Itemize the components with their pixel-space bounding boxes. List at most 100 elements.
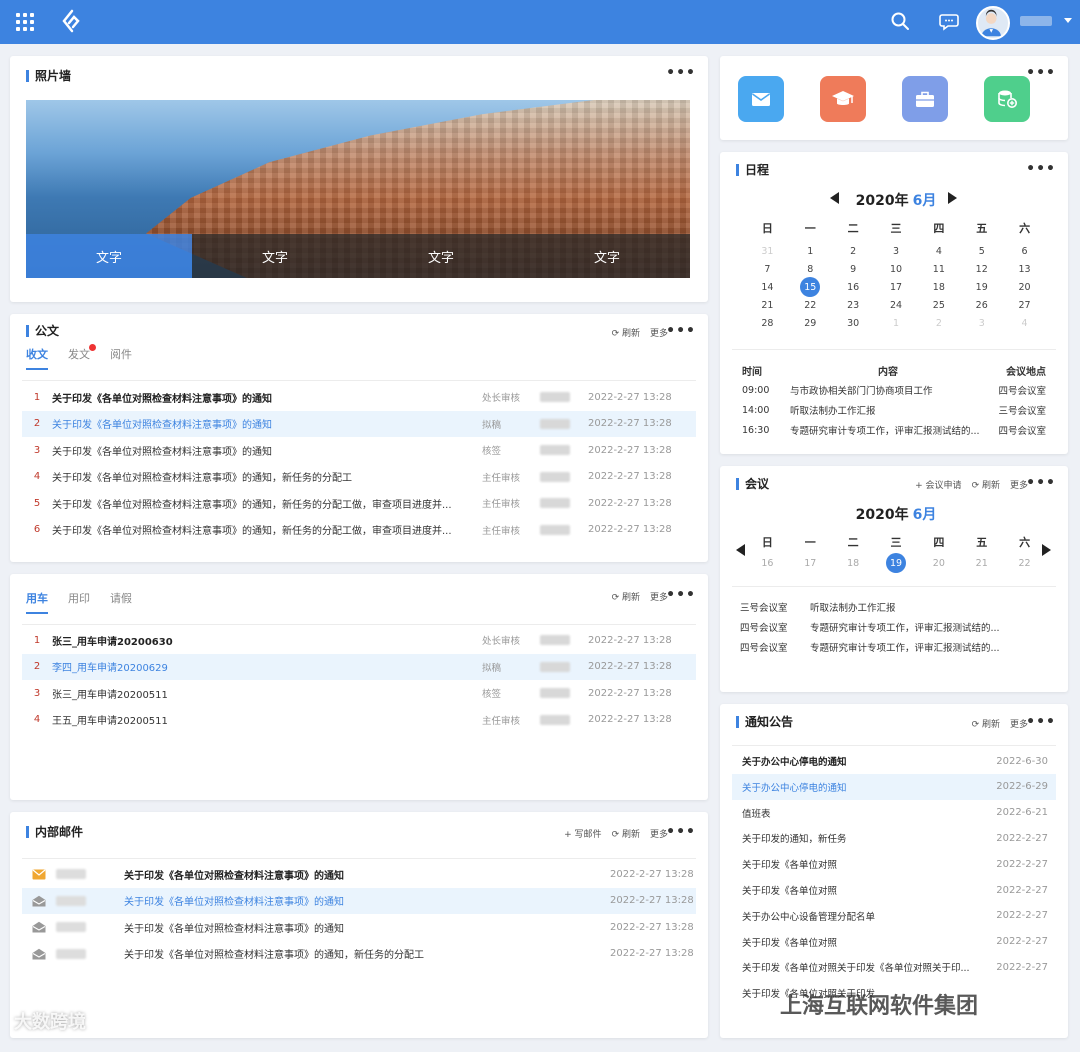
calendar-day[interactable]: 20 bbox=[1003, 278, 1046, 296]
refresh-button[interactable]: ⟳ 刷新 bbox=[612, 827, 640, 840]
calendar-day[interactable]: 22 bbox=[1003, 553, 1046, 573]
notice-row[interactable]: 值班表 2022-6-21 bbox=[732, 800, 1056, 826]
calendar-day[interactable]: 24 bbox=[875, 296, 918, 314]
table-row[interactable]: 3 关于印发《各单位对照检查材料注意事项》的通知 核签 2022-2-27 13:28 bbox=[22, 437, 696, 463]
mail-row[interactable]: 关于印发《各单位对照检查材料注意事项》的通知，新任务的分配工 2022-2-27 … bbox=[22, 941, 696, 967]
calendar-day[interactable]: 7 bbox=[746, 260, 789, 278]
schedule-row[interactable]: 14:00 听取法制办工作汇报 三号会议室 bbox=[732, 400, 1056, 420]
schedule-row[interactable]: 16:30 专题研究审计专项工作，评审汇报测试结的... 四号会议室 bbox=[732, 420, 1056, 440]
calendar-day[interactable]: 9 bbox=[832, 260, 875, 278]
row-title[interactable]: 关于印发《各单位对照检查材料注意事项》的通知，新任务的分配工做，审查项目进度并.… bbox=[52, 522, 482, 537]
tab-leave[interactable]: 请假 bbox=[110, 590, 132, 614]
app-grid-icon[interactable] bbox=[14, 12, 34, 32]
next-month-icon[interactable] bbox=[948, 192, 957, 204]
photo-carousel[interactable]: 文字 文字 文字 文字 bbox=[26, 100, 690, 278]
calendar-day[interactable]: 8 bbox=[789, 260, 832, 278]
calendar-day[interactable]: 16 bbox=[746, 553, 789, 573]
calendar-day[interactable]: 2 bbox=[917, 314, 960, 332]
calendar-day[interactable]: 31 bbox=[746, 242, 789, 260]
logo-icon[interactable] bbox=[60, 9, 84, 33]
more-options-icon[interactable]: ••• bbox=[1026, 715, 1056, 729]
tab-inbox[interactable]: 收文 bbox=[26, 346, 48, 370]
calendar-day[interactable]: 3 bbox=[960, 314, 1003, 332]
search-icon[interactable] bbox=[889, 10, 911, 32]
table-row[interactable]: 3 张三_用车申请20200511 核签 2022-2-27 13:28 bbox=[22, 680, 696, 706]
calendar-day[interactable]: 21 bbox=[746, 296, 789, 314]
more-options-icon[interactable]: ••• bbox=[1026, 476, 1056, 490]
database-icon[interactable] bbox=[984, 76, 1030, 122]
notice-title[interactable]: 关于印发《各单位对照关于印发《各单位对照关于印... bbox=[732, 960, 976, 974]
calendar-day[interactable]: 22 bbox=[789, 296, 832, 314]
calendar-day[interactable]: 18 bbox=[917, 278, 960, 296]
mail-icon[interactable] bbox=[738, 76, 784, 122]
photo-caption[interactable]: 文字 bbox=[26, 234, 192, 278]
notice-title[interactable]: 关于办公中心设备管理分配名单 bbox=[732, 909, 976, 923]
calendar-day[interactable]: 6 bbox=[1003, 242, 1046, 260]
calendar-day[interactable]: 14 bbox=[746, 278, 789, 296]
notice-row[interactable]: 关于印发《各单位对照 2022-2-27 bbox=[732, 851, 1056, 877]
calendar-day[interactable]: 21 bbox=[960, 553, 1003, 573]
refresh-button[interactable]: ⟳ 刷新 bbox=[612, 590, 640, 603]
chevron-down-icon[interactable] bbox=[1064, 18, 1072, 23]
calendar-day[interactable]: 1 bbox=[789, 242, 832, 260]
calendar-day[interactable]: 15 bbox=[789, 277, 832, 297]
calendar-day[interactable]: 19 bbox=[875, 553, 918, 573]
write-mail-button[interactable]: + 写邮件 bbox=[564, 827, 601, 840]
notice-title[interactable]: 关于印发《各单位对照 bbox=[732, 935, 976, 949]
more-options-icon[interactable]: ••• bbox=[1026, 162, 1056, 176]
calendar-day[interactable]: 2 bbox=[832, 242, 875, 260]
notice-title[interactable]: 关于办公中心停电的通知 bbox=[732, 780, 976, 794]
row-title[interactable]: 张三_用车申请20200511 bbox=[52, 686, 482, 701]
table-row[interactable]: 4 关于印发《各单位对照检查材料注意事项》的通知，新任务的分配工 主任审核 2022-… bbox=[22, 464, 696, 490]
notice-title[interactable]: 关于印发《各单位对照 bbox=[732, 857, 976, 871]
calendar-day[interactable]: 20 bbox=[917, 553, 960, 573]
table-row[interactable]: 2 关于印发《各单位对照检查材料注意事项》的通知 拟稿 2022-2-27 13:28 bbox=[22, 410, 696, 437]
row-title[interactable]: 关于印发《各单位对照检查材料注意事项》的通知，新任务的分配工 bbox=[52, 469, 482, 484]
calendar-day[interactable]: 4 bbox=[917, 242, 960, 260]
tab-seal[interactable]: 用印 bbox=[68, 590, 90, 614]
mail-row[interactable]: 关于印发《各单位对照检查材料注意事项》的通知 2022-2-27 13:28 bbox=[22, 914, 696, 940]
avatar[interactable] bbox=[976, 6, 1010, 40]
calendar-day[interactable]: 18 bbox=[832, 553, 875, 573]
notice-title[interactable]: 关于印发《各单位对照 bbox=[732, 883, 976, 897]
calendar-day[interactable]: 28 bbox=[746, 314, 789, 332]
notice-title[interactable]: 关于印发的通知，新任务 bbox=[732, 831, 976, 845]
row-title[interactable]: 张三_用车申请20200630 bbox=[52, 633, 482, 648]
table-row[interactable]: 1 关于印发《各单位对照检查材料注意事项》的通知 处长审核 2022-2-27 13:… bbox=[22, 384, 696, 410]
photo-caption[interactable]: 文字 bbox=[524, 234, 690, 278]
photo-caption[interactable]: 文字 bbox=[192, 234, 358, 278]
refresh-button[interactable]: ⟳ 刷新 bbox=[972, 478, 1000, 491]
table-row[interactable]: 2 李四_用车申请20200629 拟稿 2022-2-27 13:28 bbox=[22, 653, 696, 680]
notice-row[interactable]: 关于办公中心停电的通知 2022-6-29 bbox=[732, 773, 1056, 800]
calendar-day[interactable]: 10 bbox=[875, 260, 918, 278]
table-row[interactable]: 1 张三_用车申请20200630 处长审核 2022-2-27 13:28 bbox=[22, 627, 696, 653]
more-options-icon[interactable]: ••• bbox=[666, 825, 696, 839]
table-row[interactable]: 4 王五_用车申请20200511 主任审核 2022-2-27 13:28 bbox=[22, 707, 696, 733]
meeting-row[interactable]: 四号会议室 专题研究审计专项工作，评审汇报测试结的... bbox=[740, 637, 1048, 657]
notice-row[interactable]: 关于印发《各单位对照 2022-2-27 bbox=[732, 929, 1056, 955]
calendar-day[interactable]: 17 bbox=[875, 278, 918, 296]
calendar-day[interactable]: 23 bbox=[832, 296, 875, 314]
refresh-button[interactable]: ⟳ 刷新 bbox=[972, 717, 1000, 730]
calendar-day[interactable]: 17 bbox=[789, 553, 832, 573]
notice-row[interactable]: 关于印发《各单位对照关于印发 bbox=[732, 980, 1056, 1006]
row-title[interactable]: 李四_用车申请20200629 bbox=[52, 659, 482, 674]
mail-row[interactable]: 关于印发《各单位对照检查材料注意事项》的通知 2022-2-27 13:28 bbox=[22, 887, 696, 914]
prev-week-icon[interactable] bbox=[736, 544, 745, 556]
mail-subject[interactable]: 关于印发《各单位对照检查材料注意事项》的通知 bbox=[124, 920, 610, 935]
meeting-apply-button[interactable]: + 会议申请 bbox=[915, 478, 961, 491]
mail-subject[interactable]: 关于印发《各单位对照检查材料注意事项》的通知 bbox=[124, 867, 610, 882]
username-blurred[interactable] bbox=[1020, 16, 1052, 26]
calendar-day[interactable]: 26 bbox=[960, 296, 1003, 314]
row-title[interactable]: 王五_用车申请20200511 bbox=[52, 712, 482, 727]
calendar-day[interactable]: 1 bbox=[875, 314, 918, 332]
calendar-day[interactable]: 16 bbox=[832, 278, 875, 296]
calendar-day[interactable]: 3 bbox=[875, 242, 918, 260]
photo-caption[interactable]: 文字 bbox=[358, 234, 524, 278]
notice-row[interactable]: 关于印发的通知，新任务 2022-2-27 bbox=[732, 825, 1056, 851]
mail-subject[interactable]: 关于印发《各单位对照检查材料注意事项》的通知，新任务的分配工 bbox=[124, 946, 610, 961]
calendar-day[interactable]: 12 bbox=[960, 260, 1003, 278]
row-title[interactable]: 关于印发《各单位对照检查材料注意事项》的通知，新任务的分配工做，审查项目进度并.… bbox=[52, 496, 482, 511]
notice-title[interactable]: 关于办公中心停电的通知 bbox=[732, 754, 976, 768]
row-title[interactable]: 关于印发《各单位对照检查材料注意事项》的通知 bbox=[52, 443, 482, 458]
